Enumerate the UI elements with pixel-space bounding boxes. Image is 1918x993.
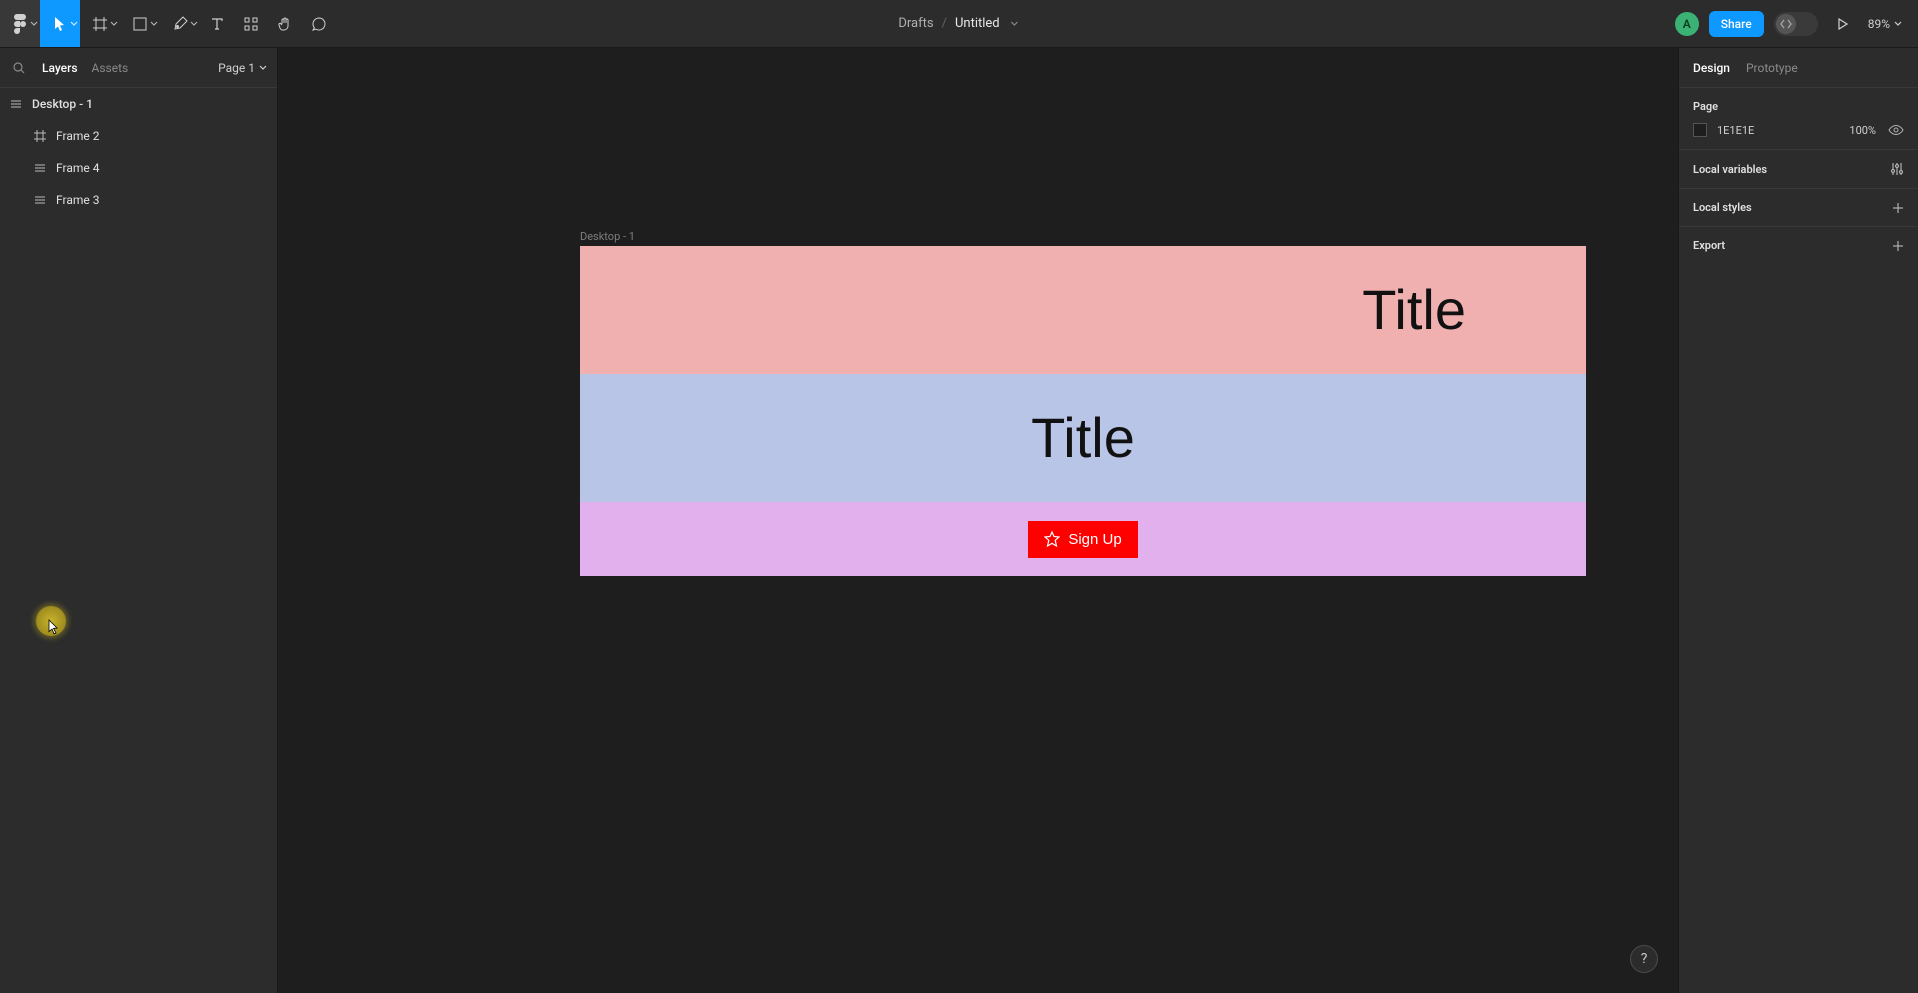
left-panel: Layers Assets Page 1 Desktop - 1	[0, 48, 278, 993]
star-icon	[1044, 531, 1060, 547]
canvas-frame-4[interactable]: Title	[580, 374, 1586, 502]
help-button[interactable]: ?	[1630, 945, 1658, 973]
chevron-down-icon	[150, 20, 158, 28]
hand-icon	[277, 16, 293, 32]
autolayout-icon	[32, 162, 48, 174]
dev-mode-toggle[interactable]	[1774, 12, 1818, 36]
layer-label: Frame 3	[56, 193, 99, 207]
avatar-letter: A	[1683, 17, 1691, 31]
play-icon	[1835, 17, 1849, 31]
page-background-section: Page 1E1E1E 100%	[1679, 88, 1918, 150]
chevron-down-icon	[259, 64, 267, 72]
main-menu-button[interactable]	[0, 0, 40, 47]
chevron-down-icon	[1894, 20, 1902, 28]
document-title[interactable]: Drafts / Untitled	[898, 0, 1019, 47]
right-panel-tabs: Design Prototype	[1679, 48, 1918, 88]
canvas[interactable]: Desktop - 1 Title Title Sign Up	[278, 48, 1678, 993]
top-toolbar: Drafts / Untitled A Share 89%	[0, 0, 1918, 48]
share-button[interactable]: Share	[1709, 11, 1764, 37]
autolayout-icon	[32, 194, 48, 206]
right-panel: Design Prototype Page 1E1E1E 100% Local …	[1678, 48, 1918, 993]
text-tool-button[interactable]	[200, 0, 234, 47]
add-export-button[interactable]	[1892, 240, 1904, 252]
visibility-toggle[interactable]	[1888, 124, 1904, 136]
help-icon: ?	[1641, 951, 1648, 967]
tab-assets[interactable]: Assets	[92, 61, 129, 75]
layer-label: Frame 2	[56, 129, 99, 143]
search-icon	[12, 61, 26, 75]
canvas-frame-2[interactable]: Title	[580, 246, 1586, 374]
location-label: Drafts	[898, 16, 933, 31]
frame-icon	[32, 130, 48, 142]
tab-layers[interactable]: Layers	[42, 61, 78, 75]
export-section: Export	[1679, 227, 1918, 264]
export-title: Export	[1693, 239, 1725, 252]
chevron-down-icon	[110, 20, 118, 28]
layer-tree: Desktop - 1 Frame 2 Frame 4	[0, 88, 277, 216]
tab-design[interactable]: Design	[1693, 61, 1730, 75]
canvas-frame-desktop-1[interactable]: Title Title Sign Up	[580, 246, 1586, 576]
title-text-blue[interactable]: Title	[1031, 410, 1135, 466]
hand-tool-button[interactable]	[268, 0, 302, 47]
filename-label: Untitled	[955, 16, 1000, 31]
layer-row-frame-2[interactable]: Frame 2	[0, 120, 277, 152]
figma-icon	[13, 14, 27, 34]
add-style-button[interactable]	[1892, 202, 1904, 214]
zoom-value: 89%	[1868, 17, 1890, 31]
autolayout-icon	[8, 98, 24, 110]
layer-label: Frame 4	[56, 161, 99, 175]
move-icon	[53, 16, 67, 32]
rectangle-icon	[133, 17, 147, 31]
page-color-opacity[interactable]: 100%	[1849, 124, 1876, 137]
text-icon	[210, 17, 224, 31]
page-selector-label: Page 1	[218, 61, 255, 75]
frame-tool-button[interactable]	[80, 0, 120, 47]
pen-icon	[172, 16, 188, 32]
signup-button[interactable]: Sign Up	[1028, 521, 1137, 558]
comment-icon	[311, 16, 327, 32]
dev-mode-icon	[1776, 14, 1796, 34]
local-styles-section: Local styles	[1679, 189, 1918, 227]
page-section-title: Page	[1693, 100, 1904, 113]
comment-tool-button[interactable]	[302, 0, 336, 47]
layer-row-frame-3[interactable]: Frame 3	[0, 184, 277, 216]
frame-icon	[92, 16, 108, 32]
page-color-hex[interactable]: 1E1E1E	[1717, 124, 1754, 137]
resources-tool-button[interactable]	[234, 0, 268, 47]
present-button[interactable]	[1828, 10, 1856, 38]
layer-label: Desktop - 1	[32, 97, 93, 111]
local-styles-title: Local styles	[1693, 201, 1752, 214]
chevron-down-icon	[1010, 19, 1020, 29]
move-tool-button[interactable]	[40, 0, 80, 47]
layer-row-frame-4[interactable]: Frame 4	[0, 152, 277, 184]
signup-label: Sign Up	[1068, 531, 1121, 548]
page-color-swatch[interactable]	[1693, 123, 1707, 137]
local-variables-section: Local variables	[1679, 150, 1918, 189]
chevron-down-icon	[30, 20, 38, 28]
resources-icon	[243, 16, 259, 32]
left-panel-tabs: Layers Assets Page 1	[0, 48, 277, 88]
breadcrumb-slash: /	[942, 16, 947, 31]
toolbar-right: A Share 89%	[1675, 0, 1918, 47]
zoom-selector[interactable]: 89%	[1866, 13, 1904, 35]
avatar[interactable]: A	[1675, 12, 1699, 36]
local-variables-title: Local variables	[1693, 163, 1767, 176]
search-button[interactable]	[10, 61, 28, 75]
tab-prototype[interactable]: Prototype	[1746, 61, 1798, 75]
share-label: Share	[1721, 17, 1752, 31]
variables-settings-button[interactable]	[1890, 162, 1904, 176]
shape-tool-button[interactable]	[120, 0, 160, 47]
cursor-highlight	[36, 606, 66, 636]
chevron-down-icon	[190, 20, 198, 28]
toolbar-left	[0, 0, 336, 47]
cursor-icon	[48, 619, 60, 635]
page-selector[interactable]: Page 1	[218, 61, 267, 75]
frame-label[interactable]: Desktop - 1	[580, 230, 635, 243]
canvas-frame-3[interactable]: Sign Up	[580, 502, 1586, 576]
pen-tool-button[interactable]	[160, 0, 200, 47]
chevron-down-icon	[70, 20, 78, 28]
layer-row-desktop-1[interactable]: Desktop - 1	[0, 88, 277, 120]
title-text-pink[interactable]: Title	[1362, 282, 1466, 338]
